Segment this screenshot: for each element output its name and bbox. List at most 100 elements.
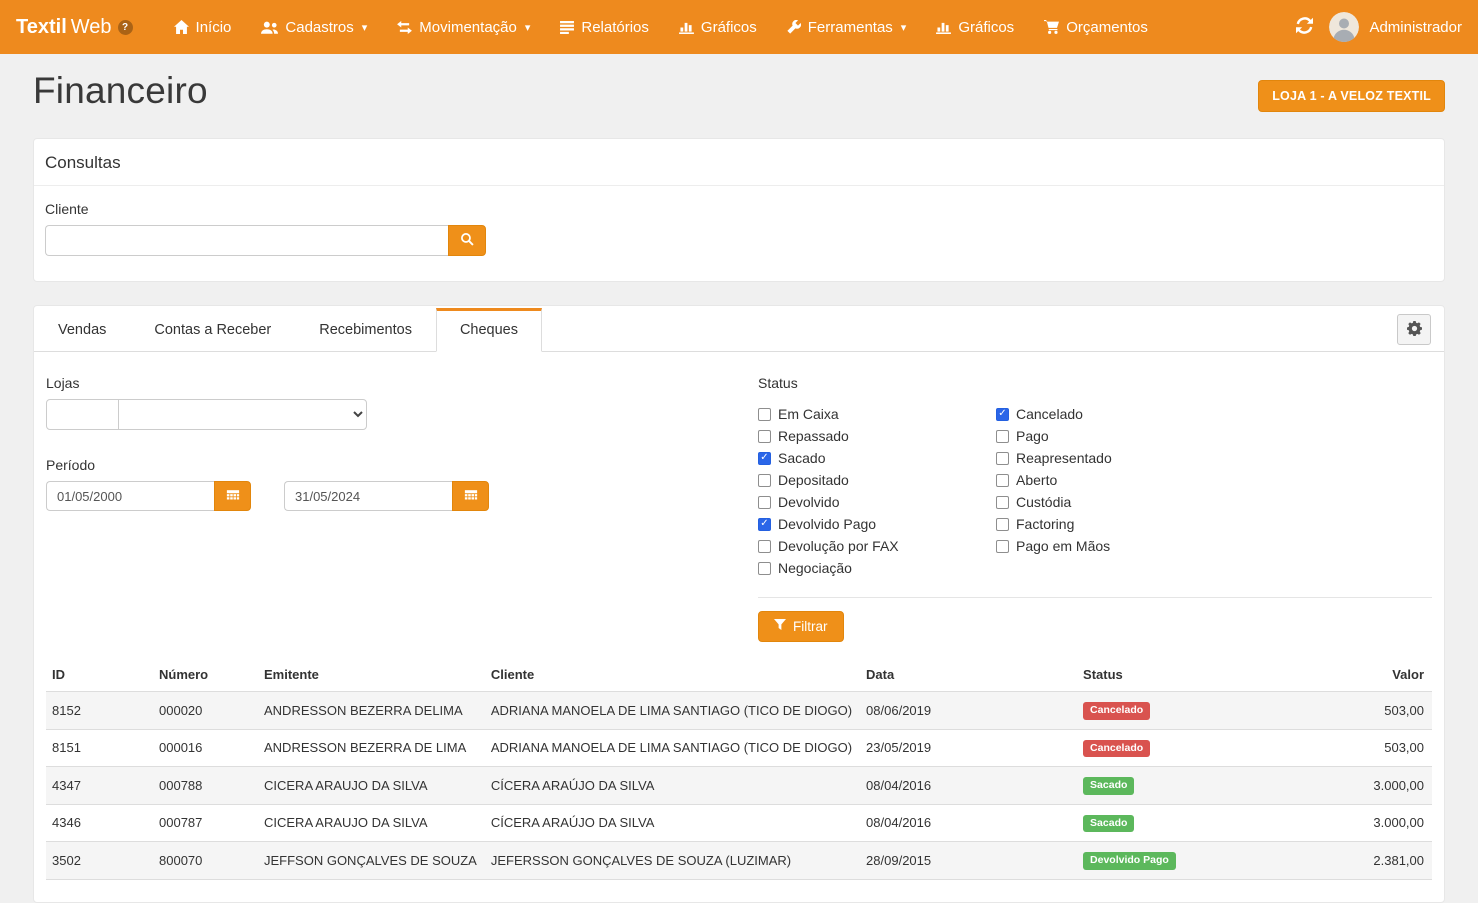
cliente-search-group bbox=[45, 225, 486, 256]
cheques-tab-content: Lojas Período bbox=[34, 352, 1444, 642]
checkbox-unchecked-icon bbox=[996, 430, 1009, 443]
status-columns: Em Caixa Repassado ✓SacadoDepositadoDevolv… bbox=[758, 403, 1432, 579]
tabs-list: VendasContas a ReceberRecebimentosCheque… bbox=[34, 308, 542, 351]
checkbox-unchecked-icon bbox=[758, 408, 771, 421]
cell-id: 4346 bbox=[46, 804, 153, 842]
checkbox-unchecked-icon bbox=[758, 496, 771, 509]
tab-cheques[interactable]: Cheques bbox=[436, 308, 542, 352]
cell-numero: 000020 bbox=[153, 692, 258, 730]
user-menu[interactable]: Administrador bbox=[1329, 12, 1462, 42]
status-col-2: ✓CanceladoPagoReapresentado Aberto Custódi… bbox=[996, 403, 1112, 579]
settings-button[interactable] bbox=[1397, 314, 1431, 345]
brand[interactable]: TextilWeb ? bbox=[16, 16, 133, 39]
nav-item-graficos[interactable]: Gráficos bbox=[664, 0, 772, 54]
page-header: Financeiro LOJA 1 - A VELOZ TEXTIL bbox=[0, 54, 1478, 138]
date-from-group bbox=[46, 481, 251, 511]
nav-items: InícioCadastros▾Movimentação▾ Relatórios G… bbox=[159, 0, 1163, 54]
status-checkbox-repassado[interactable]: Repassado bbox=[758, 425, 996, 447]
help-icon[interactable]: ? bbox=[118, 20, 133, 35]
chart-icon bbox=[679, 21, 694, 34]
status-checkbox-factoring[interactable]: Factoring bbox=[996, 513, 1112, 535]
left-filters: Lojas Período bbox=[46, 375, 758, 642]
cliente-label: Cliente bbox=[45, 201, 1433, 217]
cell-id: 8152 bbox=[46, 692, 153, 730]
cell-id: 8151 bbox=[46, 729, 153, 767]
status-checkbox-custodia[interactable]: Custódia bbox=[996, 491, 1112, 513]
lojas-select[interactable] bbox=[118, 399, 367, 430]
status-checkbox-aberto[interactable]: Aberto bbox=[996, 469, 1112, 491]
table-row[interactable]: 4346000787CICERA ARAUJO DA SILVACÍCERA A… bbox=[46, 804, 1432, 842]
cell-valor: 3.000,00 bbox=[1363, 804, 1432, 842]
column-header-emitente: Emitente bbox=[258, 658, 485, 692]
status-checkbox-label: Sacado bbox=[778, 450, 825, 466]
navbar: TextilWeb ? InícioCadastros▾Movimentação… bbox=[0, 0, 1478, 54]
cell-id: 4347 bbox=[46, 767, 153, 805]
status-checkbox-label: Factoring bbox=[1016, 516, 1074, 532]
tab-vendas[interactable]: Vendas bbox=[34, 308, 130, 352]
nav-item-label: Relatórios bbox=[581, 19, 649, 36]
search-icon bbox=[460, 232, 474, 249]
column-header-numero: Número bbox=[153, 658, 258, 692]
nav-item-graficos[interactable]: Gráficos bbox=[921, 0, 1029, 54]
status-checkbox-sacado[interactable]: ✓Sacado bbox=[758, 447, 996, 469]
date-from-input[interactable] bbox=[46, 481, 214, 511]
status-checkbox-negociacao[interactable]: Negociação bbox=[758, 557, 996, 579]
consultas-panel-title: Consultas bbox=[34, 139, 1444, 186]
status-checkbox-reapresentado[interactable]: Reapresentado bbox=[996, 447, 1112, 469]
gear-icon bbox=[1407, 321, 1422, 339]
page-title: Financeiro bbox=[33, 70, 208, 112]
status-badge: Sacado bbox=[1083, 777, 1134, 795]
cell-status: Sacado bbox=[1077, 767, 1363, 805]
checkbox-unchecked-icon bbox=[758, 562, 771, 575]
status-checkbox-pago[interactable]: Pago bbox=[996, 425, 1112, 447]
store-button[interactable]: LOJA 1 - A VELOZ TEXTIL bbox=[1258, 80, 1445, 112]
status-filters: Status Em Caixa Repassado ✓SacadoDepositad… bbox=[758, 375, 1432, 642]
table-row[interactable]: 8152000020ANDRESSON BEZERRA DELIMAADRIAN… bbox=[46, 692, 1432, 730]
status-label: Status bbox=[758, 375, 1432, 391]
status-checkbox-depositado[interactable]: Depositado bbox=[758, 469, 996, 491]
calendar-icon bbox=[226, 488, 240, 505]
cell-status: Cancelado bbox=[1077, 692, 1363, 730]
nav-item-label: Movimentação bbox=[419, 19, 517, 36]
cliente-input[interactable] bbox=[45, 225, 448, 256]
refresh-button[interactable] bbox=[1296, 17, 1313, 37]
filtrar-button[interactable]: Filtrar bbox=[758, 611, 844, 642]
home-icon bbox=[174, 20, 189, 34]
checkbox-unchecked-icon bbox=[996, 540, 1009, 553]
date-from-calendar-button[interactable] bbox=[214, 481, 251, 511]
table-row[interactable]: 3502800070JEFFSON GONÇALVES DE SOUZAJEFE… bbox=[46, 842, 1432, 880]
nav-item-cadastros[interactable]: Cadastros▾ bbox=[246, 0, 382, 54]
date-to-input[interactable] bbox=[284, 481, 452, 511]
status-checkbox-label: Aberto bbox=[1016, 472, 1057, 488]
status-checkbox-cancelado[interactable]: ✓Cancelado bbox=[996, 403, 1112, 425]
status-checkbox-em-caixa[interactable]: Em Caixa bbox=[758, 403, 996, 425]
table-row[interactable]: 8151000016ANDRESSON BEZERRA DE LIMAADRIA… bbox=[46, 729, 1432, 767]
cell-numero: 000788 bbox=[153, 767, 258, 805]
nav-item-inicio[interactable]: Início bbox=[159, 0, 247, 54]
periodo-group bbox=[46, 481, 758, 511]
cliente-search-button[interactable] bbox=[448, 225, 486, 256]
date-to-calendar-button[interactable] bbox=[452, 481, 489, 511]
refresh-icon bbox=[1296, 17, 1313, 37]
status-checkbox-label: Repassado bbox=[778, 428, 849, 444]
nav-item-ferramentas[interactable]: Ferramentas▾ bbox=[772, 0, 922, 54]
status-checkbox-devolvido[interactable]: Devolvido bbox=[758, 491, 996, 513]
lojas-code-input[interactable] bbox=[46, 399, 119, 430]
nav-item-movimentacao[interactable]: Movimentação▾ bbox=[382, 0, 545, 54]
nav-item-relatorios[interactable]: Relatórios bbox=[545, 0, 664, 54]
checkbox-unchecked-icon bbox=[758, 540, 771, 553]
tab-recebimentos[interactable]: Recebimentos bbox=[295, 308, 436, 352]
cell-status: Devolvido Pago bbox=[1077, 842, 1363, 880]
periodo-label: Período bbox=[46, 457, 758, 473]
status-checkbox-pago-em-maos[interactable]: Pago em Mãos bbox=[996, 535, 1112, 557]
cell-data: 23/05/2019 bbox=[860, 729, 1077, 767]
status-checkbox-devolvido-pago[interactable]: ✓Devolvido Pago bbox=[758, 513, 996, 535]
consultas-panel: Consultas Cliente bbox=[33, 138, 1445, 282]
consultas-panel-body: Cliente bbox=[34, 186, 1444, 281]
checkbox-unchecked-icon bbox=[758, 430, 771, 443]
report-icon bbox=[560, 21, 574, 34]
nav-item-orcamentos[interactable]: Orçamentos bbox=[1029, 0, 1163, 54]
tab-contas-a-receber[interactable]: Contas a Receber bbox=[130, 308, 295, 352]
status-checkbox-devolucao-por-fax[interactable]: Devolução por FAX bbox=[758, 535, 996, 557]
table-row[interactable]: 4347000788CICERA ARAUJO DA SILVACÍCERA A… bbox=[46, 767, 1432, 805]
